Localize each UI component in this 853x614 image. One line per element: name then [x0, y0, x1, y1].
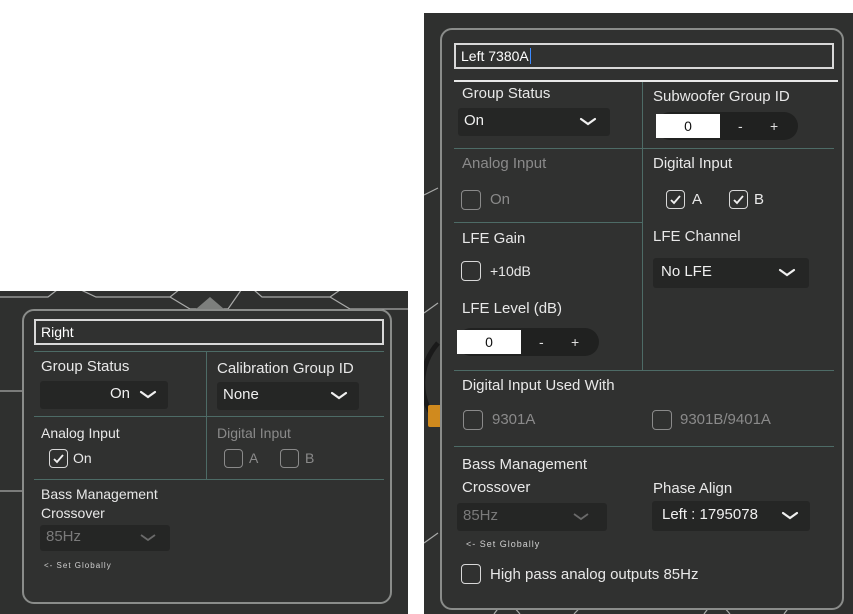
- option-9301a-checkbox[interactable]: [463, 410, 483, 430]
- analog-input-on-checkbox[interactable]: [461, 190, 481, 210]
- group-status-dropdown[interactable]: On: [40, 381, 168, 409]
- group-status-value: On: [109, 385, 130, 402]
- crossover-label: Crossover: [41, 505, 105, 521]
- analog-input-on-checkbox[interactable]: [49, 449, 68, 468]
- digital-input-label: Digital Input: [653, 155, 733, 172]
- digital-input-a-checkbox[interactable]: [666, 190, 685, 209]
- digital-input-a-checkbox[interactable]: [224, 449, 243, 468]
- checkmark-icon: [670, 195, 681, 205]
- phase-align-dropdown[interactable]: Left : 1795078: [652, 501, 810, 531]
- crossover-value: 85Hz: [46, 528, 82, 545]
- checkmark-icon: [733, 195, 744, 205]
- digital-input-b-checkbox[interactable]: [280, 449, 299, 468]
- digital-input-b-label: B: [754, 191, 765, 208]
- digital-input-a-label: A: [249, 450, 259, 466]
- divider: [454, 222, 642, 223]
- chevron-down-icon: [781, 511, 799, 520]
- subwoofer-group-label: Subwoofer Group ID: [653, 88, 790, 105]
- calibration-group-label: Calibration Group ID: [217, 360, 354, 377]
- divider: [206, 351, 207, 479]
- divider: [454, 148, 834, 149]
- analog-input-label: Analog Input: [41, 425, 120, 441]
- chevron-down-icon: [140, 534, 156, 542]
- bass-management-label: Bass Management: [462, 456, 588, 473]
- high-pass-label: High pass analog outputs 85Hz: [490, 566, 699, 583]
- analog-input-label: Analog Input: [462, 155, 547, 172]
- bass-management-label: Bass Management: [41, 486, 158, 502]
- group-status-dropdown[interactable]: On: [458, 108, 610, 136]
- digital-input-a-label: A: [692, 191, 703, 208]
- divider: [34, 479, 384, 480]
- analog-input-on-label: On: [73, 450, 92, 466]
- option-9301a-label: 9301A: [492, 411, 536, 428]
- digital-used-with-label: Digital Input Used With: [462, 377, 615, 394]
- speaker-name-text: Left 7380A: [461, 48, 529, 64]
- group-status-label: Group Status: [462, 85, 551, 102]
- lfe-level-stepper: 0 - +: [457, 328, 599, 356]
- crossover-dropdown: 85Hz: [457, 503, 607, 531]
- phase-align-value: Left : 1795078: [662, 506, 758, 523]
- lfe-level-increment-button[interactable]: +: [571, 331, 579, 353]
- lfe-level-decrement-button[interactable]: -: [539, 331, 544, 353]
- set-globally-note: <- Set Globally: [466, 539, 541, 549]
- divider: [34, 416, 384, 417]
- speaker-name-input[interactable]: Right: [34, 319, 384, 345]
- calibration-group-dropdown[interactable]: None: [217, 382, 359, 410]
- crossover-value: 85Hz: [463, 507, 499, 524]
- subwoofer-group-value[interactable]: 0: [656, 114, 720, 138]
- chevron-down-icon: [573, 513, 589, 521]
- lfe-gain-option-label: +10dB: [490, 263, 531, 279]
- analog-input-on-label: On: [490, 191, 511, 208]
- divider: [642, 82, 643, 370]
- lfe-channel-value: No LFE: [661, 263, 712, 280]
- divider: [454, 80, 838, 82]
- subwoofer-group-stepper: 0 - +: [656, 112, 798, 140]
- left-popup: Right Group Status On Calibration Group …: [22, 309, 392, 604]
- calibration-group-value: None: [223, 386, 259, 403]
- high-pass-checkbox[interactable]: [461, 564, 481, 584]
- lfe-gain-label: LFE Gain: [462, 230, 526, 247]
- speaker-name-input[interactable]: Left 7380A: [454, 43, 834, 69]
- digital-input-b-checkbox[interactable]: [729, 190, 748, 209]
- lfe-channel-dropdown[interactable]: No LFE: [653, 258, 809, 288]
- divider: [454, 370, 834, 371]
- right-popup: Left 7380A Group Status On Subwoofer Gro…: [440, 28, 844, 610]
- subwoofer-increment-button[interactable]: +: [770, 115, 778, 137]
- speaker-name-text: Right: [41, 324, 74, 340]
- lfe-channel-label: LFE Channel: [653, 228, 741, 245]
- crossover-label: Crossover: [462, 479, 531, 496]
- chevron-down-icon: [330, 391, 348, 400]
- digital-input-b-label: B: [305, 450, 315, 466]
- option-9301b-checkbox[interactable]: [652, 410, 672, 430]
- chevron-down-icon: [139, 390, 157, 399]
- text-cursor: [529, 48, 531, 64]
- checkmark-icon: [53, 454, 64, 464]
- divider: [454, 446, 834, 447]
- digital-input-label: Digital Input: [217, 425, 291, 441]
- chevron-down-icon: [579, 117, 597, 126]
- chevron-down-icon: [778, 268, 796, 277]
- set-globally-note: <- Set Globally: [44, 561, 112, 570]
- divider: [34, 351, 384, 352]
- lfe-level-label: LFE Level (dB): [462, 300, 563, 317]
- group-status-value: On: [464, 112, 485, 129]
- subwoofer-decrement-button[interactable]: -: [738, 115, 743, 137]
- lfe-gain-checkbox[interactable]: [461, 261, 481, 281]
- lfe-level-value[interactable]: 0: [457, 330, 521, 354]
- group-status-label: Group Status: [41, 358, 130, 375]
- crossover-dropdown: 85Hz: [40, 525, 170, 551]
- phase-align-label: Phase Align: [653, 480, 733, 497]
- option-9301b-label: 9301B/9401A: [680, 411, 771, 428]
